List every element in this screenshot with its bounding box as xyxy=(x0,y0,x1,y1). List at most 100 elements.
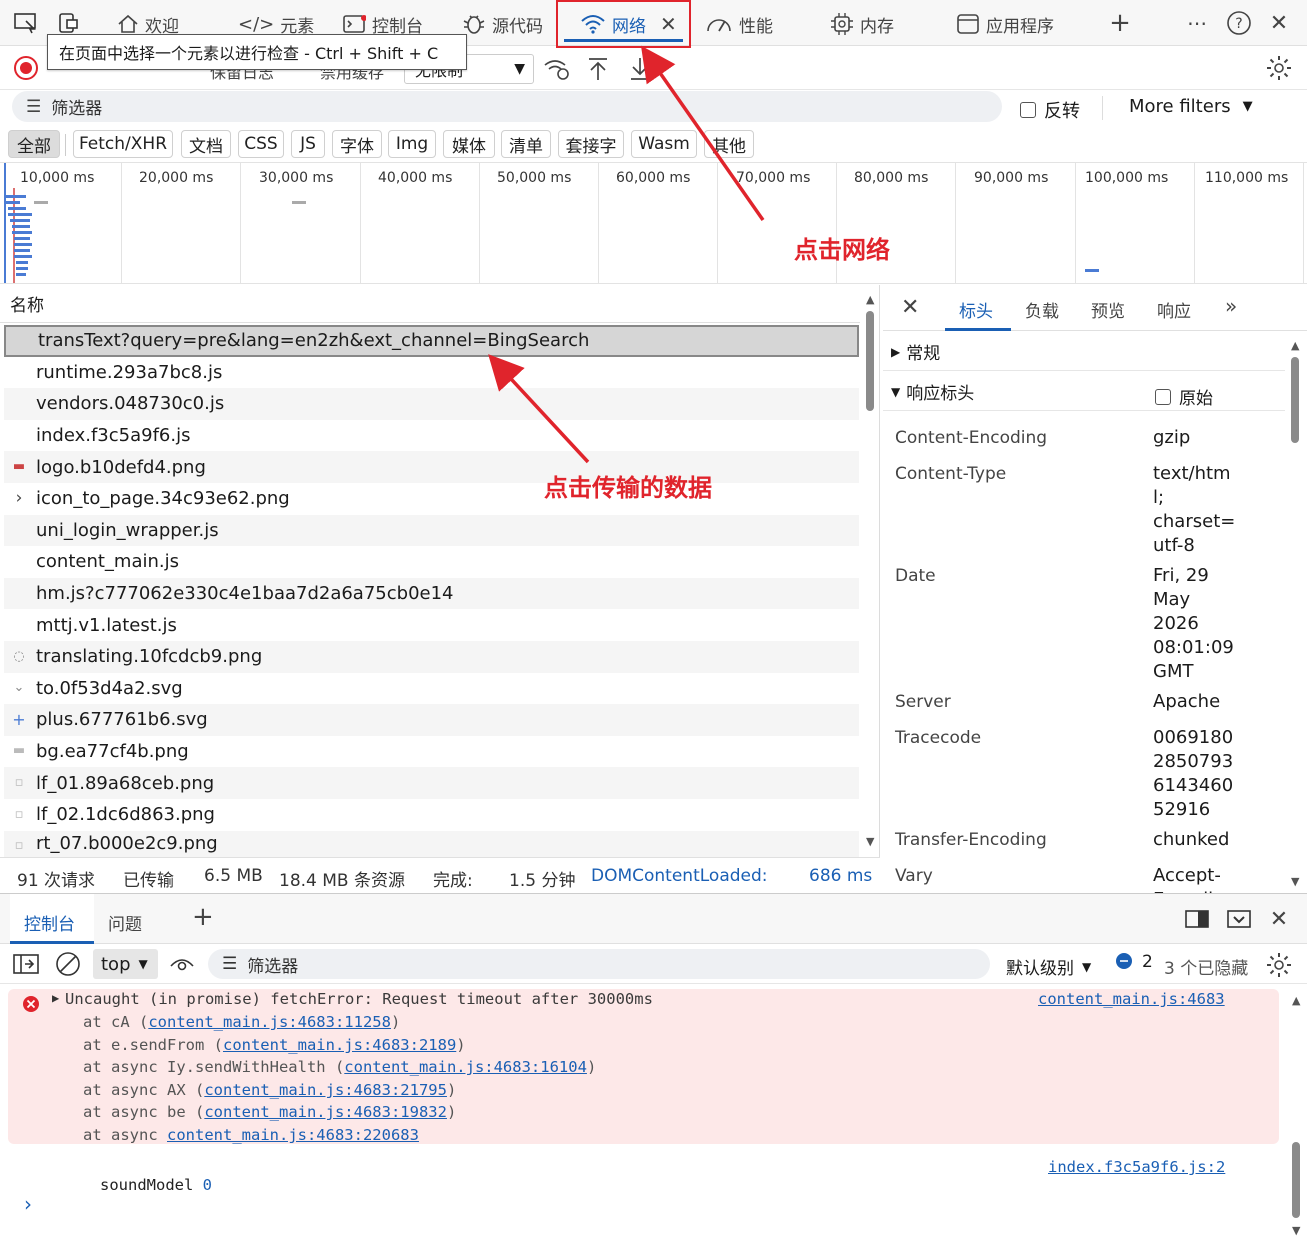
stack-link[interactable]: content_main.js:4683:11258 xyxy=(148,1013,391,1031)
chip-all[interactable]: 全部 xyxy=(8,130,60,158)
console-scrollbar[interactable] xyxy=(1292,1142,1300,1218)
add-drawer-tab-icon[interactable]: + xyxy=(192,902,214,932)
stack-frame: at async AX (content_main.js:4683:21795) xyxy=(83,1081,456,1099)
inspect-element-icon[interactable] xyxy=(10,10,42,36)
request-row[interactable]: hm.js?c777062e330c4e1baa7d2a6a75cb0e14 xyxy=(4,577,859,610)
tab-network[interactable]: 网络 ✕ xyxy=(556,0,691,48)
request-row[interactable]: ▫ lf_02.1dc6d863.png xyxy=(4,799,859,831)
request-row[interactable]: ▬ logo.b10defd4.png xyxy=(4,451,859,483)
console-settings-gear-icon[interactable] xyxy=(1264,950,1294,980)
console-log-message[interactable]: soundModel 0 xyxy=(44,1158,212,1212)
clear-console-icon[interactable] xyxy=(54,951,82,977)
response-headers-section[interactable]: ▼ 响应标头 原始 xyxy=(883,373,1285,411)
drawer-tab-console[interactable]: 控制台 xyxy=(10,894,94,944)
sidebar-toggle-icon[interactable] xyxy=(12,952,40,976)
details-scrollbar[interactable] xyxy=(1291,357,1299,443)
log-level-dropdown[interactable]: 默认级别 ▼ xyxy=(1006,954,1091,979)
move-drawer-icon[interactable] xyxy=(1226,908,1252,930)
chip-js[interactable]: JS xyxy=(291,130,325,158)
context-selector[interactable]: top ▼ xyxy=(93,949,158,979)
chip-img[interactable]: Img xyxy=(388,130,436,158)
stack-link[interactable]: content_main.js:4683:2189 xyxy=(223,1036,456,1054)
more-filters-dropdown[interactable]: More filters ▼ xyxy=(1129,96,1253,117)
invert-checkbox[interactable]: 反转 xyxy=(1020,97,1080,123)
request-row[interactable]: ▫ lf_01.89a68ceb.png xyxy=(4,767,859,799)
record-icon[interactable] xyxy=(12,54,40,82)
request-row[interactable]: ◌ translating.10fcdcb9.png xyxy=(4,641,859,673)
raw-checkbox[interactable] xyxy=(1155,388,1171,405)
stack-link[interactable]: content_main.js:4683:16104 xyxy=(344,1058,587,1076)
close-drawer-icon[interactable]: ✕ xyxy=(1266,906,1292,932)
tab-performance[interactable]: 性能 xyxy=(705,8,773,40)
console-prompt-icon[interactable]: › xyxy=(24,1192,32,1216)
settings-gear-icon[interactable] xyxy=(1264,53,1294,83)
chip-media[interactable]: 媒体 xyxy=(443,130,495,158)
request-row[interactable]: + plus.677761b6.svg xyxy=(4,704,859,736)
download-har-icon[interactable] xyxy=(626,54,654,84)
expand-error-icon[interactable]: ▶ xyxy=(52,991,59,1005)
tab-headers[interactable]: 标头 xyxy=(945,285,1011,331)
close-devtools-icon[interactable]: ✕ xyxy=(1265,9,1293,37)
chip-wasm[interactable]: Wasm xyxy=(631,130,697,158)
tab-response[interactable]: 响应 xyxy=(1157,297,1191,322)
request-row[interactable]: › icon_to_page.34c93e62.png xyxy=(4,483,859,515)
chip-font[interactable]: 字体 xyxy=(332,130,382,158)
log-source-link[interactable]: index.f3c5a9f6.js:2 xyxy=(1048,1158,1225,1176)
error-source-link[interactable]: content_main.js:4683 xyxy=(1038,990,1225,1008)
tab-payload[interactable]: 负载 xyxy=(1025,297,1059,322)
request-row[interactable]: mttj.v1.latest.js xyxy=(4,609,859,641)
help-icon[interactable]: ? xyxy=(1225,9,1253,37)
drawer-tab-issues[interactable]: 问题 xyxy=(108,910,142,935)
general-section[interactable]: ▶ 常规 xyxy=(883,333,1285,371)
more-options-icon[interactable]: ⋯ xyxy=(1183,9,1211,37)
request-row[interactable]: ▬ bg.ea77cf4b.png xyxy=(4,736,859,768)
chip-fetch-xhr[interactable]: Fetch/XHR xyxy=(73,130,173,158)
close-details-icon[interactable]: ✕ xyxy=(901,295,919,320)
request-list-scrollbar[interactable] xyxy=(866,311,874,411)
network-overview[interactable]: 10,000 ms 20,000 ms 30,000 ms 40,000 ms … xyxy=(0,163,1307,284)
request-row[interactable]: index.f3c5a9f6.js xyxy=(4,420,859,452)
scroll-down-icon[interactable]: ▼ xyxy=(1291,875,1299,888)
request-row[interactable]: uni_login_wrapper.js xyxy=(4,514,859,547)
dcl-label: DOMContentLoaded: xyxy=(591,866,768,886)
dock-side-icon[interactable] xyxy=(1184,908,1210,930)
raw-toggle[interactable]: 原始 xyxy=(1155,384,1213,409)
scroll-up-icon[interactable]: ▲ xyxy=(1291,339,1299,352)
chip-manifest[interactable]: 清单 xyxy=(501,130,551,158)
request-row[interactable]: ▫ rt_07.b000e2c9.png xyxy=(4,830,859,857)
live-expression-eye-icon[interactable] xyxy=(168,952,196,976)
upload-har-icon[interactable] xyxy=(584,54,612,84)
filter-input[interactable]: ☰ 筛选器 xyxy=(12,91,1002,122)
message-count-badge[interactable]: 2 xyxy=(1114,952,1153,972)
request-row[interactable]: runtime.293a7bc8.js xyxy=(4,357,859,389)
scroll-down-icon[interactable]: ▼ xyxy=(866,835,874,848)
scroll-up-icon[interactable]: ▲ xyxy=(1292,994,1300,1007)
expand-down-icon: ▼ xyxy=(891,384,901,399)
scroll-down-icon[interactable]: ▼ xyxy=(1292,1224,1300,1237)
stack-link[interactable]: content_main.js:4683:220683 xyxy=(167,1126,419,1144)
invert-checkbox-box[interactable] xyxy=(1020,102,1036,118)
scroll-up-icon[interactable]: ▲ xyxy=(866,293,874,306)
device-toolbar-icon[interactable] xyxy=(54,10,84,36)
chip-other[interactable]: 其他 xyxy=(704,130,754,158)
chip-css[interactable]: CSS xyxy=(238,130,284,158)
request-row[interactable]: vendors.048730c0.js xyxy=(4,388,859,420)
close-tab-icon[interactable]: ✕ xyxy=(660,12,677,36)
request-row[interactable]: content_main.js xyxy=(4,546,859,578)
tab-memory[interactable]: 内存 xyxy=(830,8,894,40)
chip-doc[interactable]: 文档 xyxy=(181,130,231,158)
console-filter-input[interactable]: ☰ 筛选器 xyxy=(208,949,990,979)
stack-link[interactable]: content_main.js:4683:19832 xyxy=(204,1103,447,1121)
tab-preview[interactable]: 预览 xyxy=(1091,297,1125,322)
console-error-message[interactable]: ▶ Uncaught (in promise) fetchError: Requ… xyxy=(8,989,1279,1144)
stack-link[interactable]: content_main.js:4683:21795 xyxy=(204,1081,447,1099)
tab-sources[interactable]: 源代码 xyxy=(462,8,543,40)
more-tabs-icon[interactable]: » xyxy=(1225,294,1237,318)
request-row-selected[interactable]: transText?query=pre&lang=en2zh&ext_chann… xyxy=(4,325,859,357)
network-conditions-icon[interactable] xyxy=(542,54,572,84)
request-row[interactable]: ⌄ to.0f53d4a2.svg xyxy=(4,673,859,705)
tab-application[interactable]: 应用程序 xyxy=(956,8,1054,40)
add-tab-icon[interactable]: + xyxy=(1106,8,1134,38)
chip-socket[interactable]: 套接字 xyxy=(558,130,624,158)
column-header-name[interactable]: 名称 xyxy=(0,285,860,323)
